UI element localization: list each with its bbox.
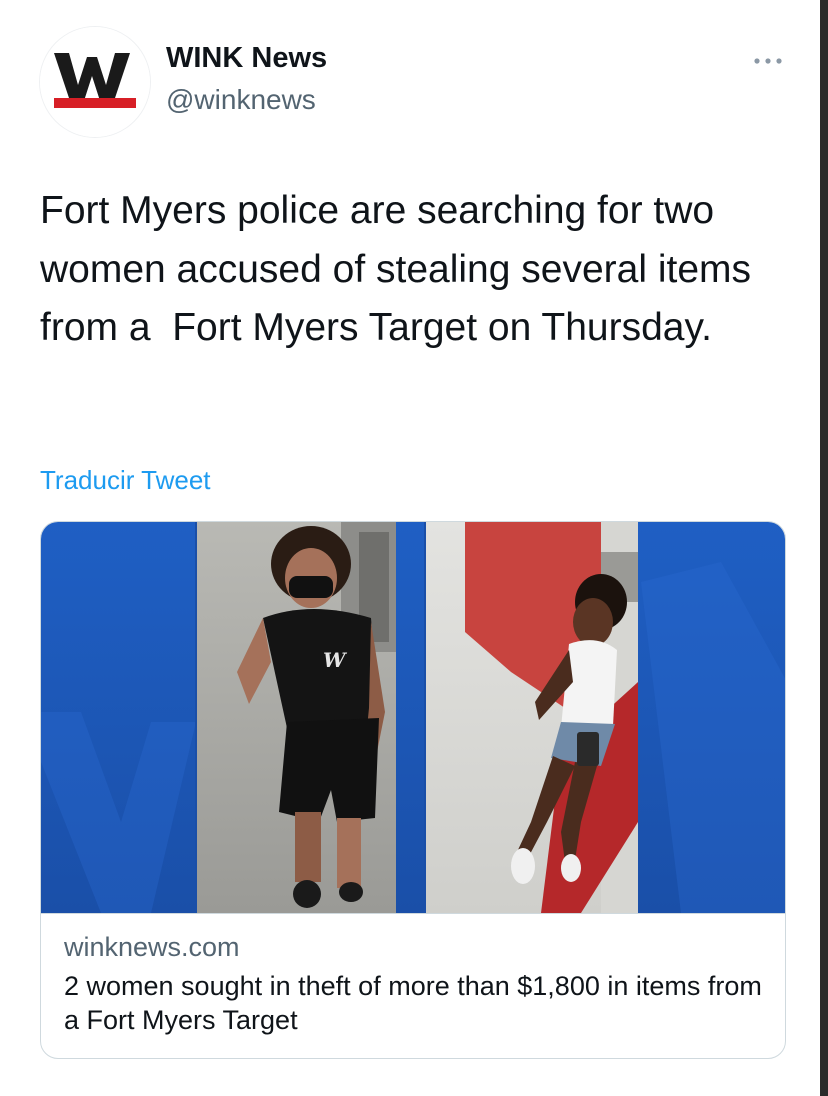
scrollbar[interactable] <box>820 0 828 1096</box>
link-preview-card[interactable]: W winknews.com 2 women sought in theft o… <box>40 521 786 1059</box>
translate-tweet-link[interactable]: Traducir Tweet <box>40 465 211 496</box>
tweet-page: WINK News @winknews Fort Myers police ar… <box>0 0 828 1096</box>
link-card-image[interactable]: W <box>41 522 785 913</box>
account-avatar[interactable] <box>40 27 150 137</box>
svg-text:W: W <box>323 648 348 672</box>
account-handle[interactable]: @winknews <box>166 84 316 116</box>
tweet-text: Fort Myers police are searching for two … <box>40 189 762 349</box>
link-card-title: 2 women sought in theft of more than $1,… <box>64 971 762 1035</box>
more-options-button[interactable] <box>746 46 790 76</box>
link-card-domain: winknews.com <box>64 932 240 962</box>
surveillance-photo-icon: W <box>41 522 785 913</box>
display-name[interactable]: WINK News <box>166 42 327 75</box>
more-dots-icon <box>754 58 782 64</box>
link-card-meta[interactable]: winknews.com 2 women sought in theft of … <box>41 913 785 1058</box>
wink-news-logo-icon <box>40 27 150 137</box>
